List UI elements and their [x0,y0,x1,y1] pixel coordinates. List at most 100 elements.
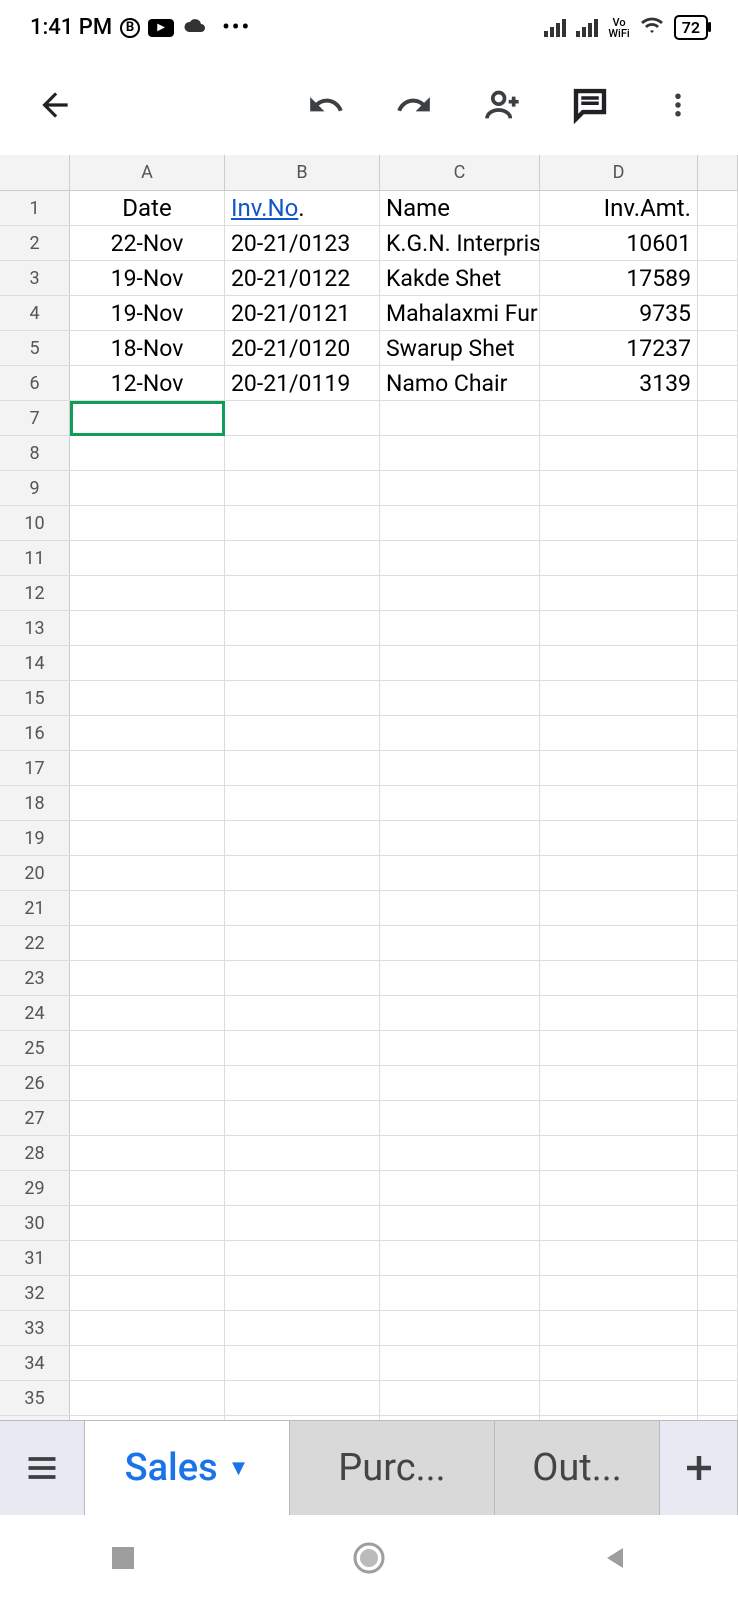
all-sheets-button[interactable] [0,1421,85,1515]
cell-D23[interactable] [540,961,698,995]
row-header-24[interactable]: 24 [0,996,70,1030]
row-header-32[interactable]: 32 [0,1276,70,1310]
cell-A34[interactable] [70,1346,225,1380]
cell-B5[interactable]: 20-21/0120 [225,331,380,365]
cell-A33[interactable] [70,1311,225,1345]
row-header-3[interactable]: 3 [0,261,70,295]
cell-A21[interactable] [70,891,225,925]
cell-C30[interactable] [380,1206,540,1240]
cell-C18[interactable] [380,786,540,820]
row-header-18[interactable]: 18 [0,786,70,820]
cell-C2[interactable]: K.G.N. Interpris [380,226,540,260]
cell-E32[interactable] [698,1276,738,1310]
cell-E8[interactable] [698,436,738,470]
cell-E5[interactable] [698,331,738,365]
cell-C8[interactable] [380,436,540,470]
cell-D6[interactable]: 3139 [540,366,698,400]
cell-D30[interactable] [540,1206,698,1240]
cell-D1[interactable]: Inv.Amt. [540,191,698,225]
cell-E26[interactable] [698,1066,738,1100]
cell-B35[interactable] [225,1381,380,1415]
row-header-33[interactable]: 33 [0,1311,70,1345]
cell-B6[interactable]: 20-21/0119 [225,366,380,400]
cell-A19[interactable] [70,821,225,855]
cell-D25[interactable] [540,1031,698,1065]
cell-B21[interactable] [225,891,380,925]
nav-recents-button[interactable] [93,1528,153,1588]
cell-B4[interactable]: 20-21/0121 [225,296,380,330]
cell-E35[interactable] [698,1381,738,1415]
cell-D4[interactable]: 9735 [540,296,698,330]
cell-E7[interactable] [698,401,738,435]
cell-A7[interactable] [70,401,225,435]
cell-D8[interactable] [540,436,698,470]
cell-A32[interactable] [70,1276,225,1310]
cell-E16[interactable] [698,716,738,750]
cell-B29[interactable] [225,1171,380,1205]
cell-E19[interactable] [698,821,738,855]
tab-sales[interactable]: Sales ▼ [85,1421,290,1515]
more-options-button[interactable] [643,70,713,140]
corner-cell[interactable] [0,155,70,190]
cell-E31[interactable] [698,1241,738,1275]
row-header-4[interactable]: 4 [0,296,70,330]
cell-A26[interactable] [70,1066,225,1100]
row-header-35[interactable]: 35 [0,1381,70,1415]
cell-C29[interactable] [380,1171,540,1205]
cell-A18[interactable] [70,786,225,820]
cell-C34[interactable] [380,1346,540,1380]
row-header-15[interactable]: 15 [0,681,70,715]
cell-E33[interactable] [698,1311,738,1345]
cell-C25[interactable] [380,1031,540,1065]
nav-back-button[interactable] [585,1528,645,1588]
cell-D9[interactable] [540,471,698,505]
cell-A30[interactable] [70,1206,225,1240]
cell-D11[interactable] [540,541,698,575]
row-header-28[interactable]: 28 [0,1136,70,1170]
cell-E24[interactable] [698,996,738,1030]
row-header-26[interactable]: 26 [0,1066,70,1100]
cell-E10[interactable] [698,506,738,540]
cell-C4[interactable]: Mahalaxmi Furn [380,296,540,330]
cell-A3[interactable]: 19-Nov [70,261,225,295]
cell-B23[interactable] [225,961,380,995]
cell-C26[interactable] [380,1066,540,1100]
cell-E20[interactable] [698,856,738,890]
row-header-2[interactable]: 2 [0,226,70,260]
cell-B13[interactable] [225,611,380,645]
cell-C13[interactable] [380,611,540,645]
cell-D5[interactable]: 17237 [540,331,698,365]
cell-D21[interactable] [540,891,698,925]
cell-C7[interactable] [380,401,540,435]
cell-B12[interactable] [225,576,380,610]
col-header-E[interactable] [698,155,738,190]
cell-B7[interactable] [225,401,380,435]
cell-A23[interactable] [70,961,225,995]
cell-D20[interactable] [540,856,698,890]
cell-D27[interactable] [540,1101,698,1135]
cell-B2[interactable]: 20-21/0123 [225,226,380,260]
cell-B1[interactable]: Inv.No. [225,191,380,225]
cell-B33[interactable] [225,1311,380,1345]
cell-D10[interactable] [540,506,698,540]
cell-A5[interactable]: 18-Nov [70,331,225,365]
row-header-29[interactable]: 29 [0,1171,70,1205]
cell-C28[interactable] [380,1136,540,1170]
cell-A10[interactable] [70,506,225,540]
cell-D7[interactable] [540,401,698,435]
cell-A8[interactable] [70,436,225,470]
cell-A12[interactable] [70,576,225,610]
cell-E9[interactable] [698,471,738,505]
cell-A1[interactable]: Date [70,191,225,225]
cell-C21[interactable] [380,891,540,925]
col-header-C[interactable]: C [380,155,540,190]
cell-B18[interactable] [225,786,380,820]
row-header-10[interactable]: 10 [0,506,70,540]
row-header-23[interactable]: 23 [0,961,70,995]
row-header-20[interactable]: 20 [0,856,70,890]
cell-A17[interactable] [70,751,225,785]
cell-C33[interactable] [380,1311,540,1345]
cell-C22[interactable] [380,926,540,960]
cell-C11[interactable] [380,541,540,575]
cell-E15[interactable] [698,681,738,715]
